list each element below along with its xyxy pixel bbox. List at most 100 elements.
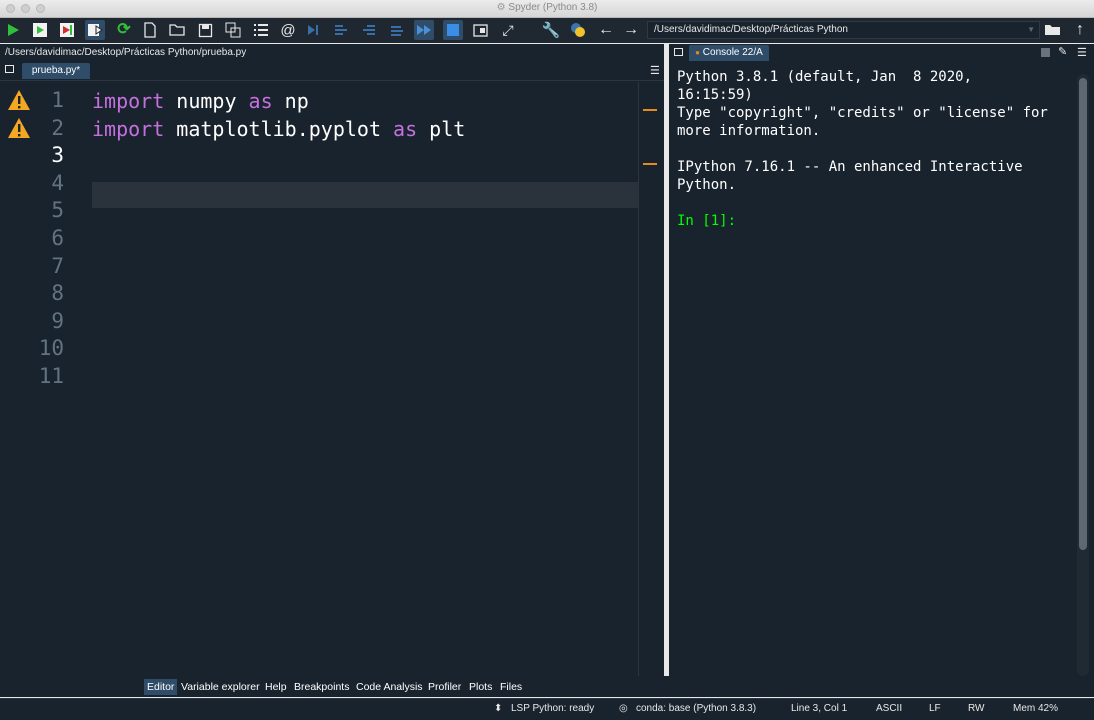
console-status-icon: ● [695, 48, 700, 57]
rerun-icon[interactable]: ⟳ [114, 20, 134, 40]
parent-directory-icon[interactable]: ↑ [1070, 20, 1090, 40]
console-line: Python. [677, 177, 737, 193]
clear-console-icon[interactable]: ✎ [1058, 45, 1067, 58]
python-path-icon[interactable] [568, 20, 588, 40]
conda-status[interactable]: conda: base (Python 3.8.3) [636, 703, 756, 714]
console-line: more information. [677, 123, 821, 139]
fullscreen-icon[interactable]: ⤢ [498, 20, 518, 40]
tab-prueba-py[interactable]: prueba.py* [22, 63, 90, 79]
stop-icon[interactable] [443, 20, 463, 40]
run-icon[interactable] [3, 20, 23, 40]
console-line: IPython 7.16.1 -- An enhanced Interactiv… [677, 159, 1023, 175]
forward-icon[interactable]: → [621, 20, 641, 40]
console-scrollbar[interactable] [1079, 78, 1087, 550]
title-bar: ⚙ Spyder (Python 3.8) [0, 0, 1094, 18]
tab-breakpoints[interactable]: Breakpoints [291, 679, 352, 695]
keyword-as: as [248, 89, 273, 113]
tab-code-analysis[interactable]: Code Analysis [353, 679, 426, 695]
lsp-icon: ⬍ [494, 703, 503, 714]
chevron-down-icon[interactable]: ▼ [1027, 22, 1035, 38]
code-line-2: import matplotlib.pyplot as plt [92, 117, 465, 141]
code-line-1: import numpy as np [92, 89, 309, 113]
browse-tabs-icon[interactable] [5, 65, 14, 73]
line-number: 9 [51, 309, 64, 333]
outline-icon[interactable] [251, 20, 271, 40]
tab-variable-explorer[interactable]: Variable explorer [178, 679, 263, 695]
spyder-logo-icon: ⚙ [496, 2, 506, 13]
options-menu-icon[interactable]: ☰ [1077, 46, 1087, 59]
tab-console[interactable]: ● Console 22/A [689, 45, 769, 61]
console-prompt[interactable]: In [1]: [677, 212, 1077, 230]
file-permissions: RW [968, 703, 985, 714]
tab-plots[interactable]: Plots [466, 679, 495, 695]
console-tab-label: Console 22/A [702, 47, 763, 58]
options-menu-icon[interactable]: ☰ [650, 64, 660, 77]
editor-tab-bar: prueba.py* ☰ [0, 62, 664, 81]
run-cell-advance-icon[interactable] [57, 20, 77, 40]
file-encoding: ASCII [876, 703, 903, 714]
tab-help[interactable]: Help [262, 679, 290, 695]
open-file-icon[interactable] [167, 20, 187, 40]
line-number: 6 [51, 226, 64, 250]
line-number: 8 [51, 281, 64, 305]
working-directory-field[interactable]: /Users/davidimac/Desktop/Prácticas Pytho… [647, 21, 1040, 39]
save-icon[interactable] [195, 20, 215, 40]
working-directory-text: /Users/davidimac/Desktop/Prácticas Pytho… [654, 24, 848, 35]
alias-name: plt [417, 117, 466, 141]
console-line: Python 3.8.1 (default, Jan 8 2020, [677, 69, 973, 85]
stop-kernel-icon[interactable] [1041, 48, 1050, 57]
line-number: 7 [51, 254, 64, 278]
lsp-status: LSP Python: ready [511, 703, 595, 714]
run-selection-icon[interactable] [85, 20, 105, 40]
alias-name: np [272, 89, 309, 113]
maximize-pane-icon[interactable] [470, 20, 490, 40]
console-line: 16:15:59) [677, 87, 753, 103]
cursor-position: Line 3, Col 1 [791, 703, 848, 714]
console-pane: ● Console 22/A ✎ ☰ Python 3.8.1 (default… [669, 44, 1094, 676]
step-return-icon[interactable] [359, 20, 379, 40]
fast-forward-icon[interactable] [414, 20, 434, 40]
ipython-console[interactable]: Python 3.8.1 (default, Jan 8 2020, 16:15:… [677, 68, 1077, 230]
tab-profiler[interactable]: Profiler [425, 679, 464, 695]
module-name: numpy [164, 89, 249, 113]
editor-scrollbar[interactable] [642, 82, 660, 676]
tab-files[interactable]: Files [497, 679, 525, 695]
tab-editor[interactable]: Editor [144, 679, 178, 695]
preferences-icon[interactable]: 🔧 [541, 20, 561, 40]
keyword-import: import [92, 117, 165, 141]
line-number-current: 3 [51, 143, 64, 167]
line-number: 10 [38, 336, 64, 360]
edge-line [638, 82, 639, 676]
continue-icon[interactable] [387, 20, 407, 40]
new-file-icon[interactable] [140, 20, 160, 40]
line-number: 5 [51, 198, 64, 222]
pane-tabs: Editor Variable explorer Help Breakpoint… [0, 676, 1094, 697]
line-number: 1 [51, 88, 64, 112]
warning-marker[interactable] [643, 163, 657, 165]
line-number: 4 [51, 171, 64, 195]
save-all-icon[interactable] [223, 20, 243, 40]
run-cell-icon[interactable] [30, 20, 50, 40]
browse-tabs-icon[interactable] [674, 48, 683, 56]
module-name: matplotlib.pyplot [164, 117, 394, 141]
window-title: ⚙ Spyder (Python 3.8) [0, 2, 1094, 13]
code-editor[interactable]: 1 2 3 4 5 6 7 8 9 10 11 import numpy as … [0, 82, 662, 676]
editor-pane: /Users/davidimac/Desktop/Prácticas Pytho… [0, 44, 664, 676]
line-number: 2 [51, 116, 64, 140]
memory-usage: Mem 42% [1013, 703, 1059, 714]
keyword-import: import [92, 89, 165, 113]
keyword-as: as [393, 117, 418, 141]
step-into-icon[interactable] [331, 20, 351, 40]
console-line: Type "copyright", "credits" or "license"… [677, 105, 1048, 121]
editor-file-path: /Users/davidimac/Desktop/Prácticas Pytho… [5, 47, 247, 58]
warning-marker[interactable] [643, 109, 657, 111]
tab-label: prueba.py* [31, 65, 81, 76]
browse-folder-icon[interactable] [1043, 20, 1063, 40]
current-line-highlight [92, 182, 638, 208]
back-icon[interactable]: ← [596, 20, 616, 40]
window-title-text: Spyder (Python 3.8) [508, 2, 598, 13]
at-icon[interactable]: @ [278, 20, 298, 40]
step-icon[interactable] [303, 20, 323, 40]
